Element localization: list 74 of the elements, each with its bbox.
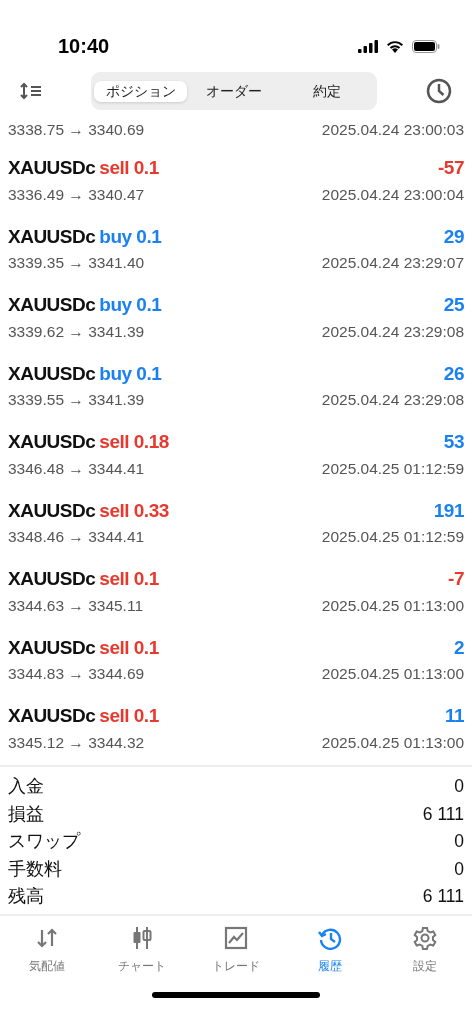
status-time: 10:40: [58, 34, 110, 59]
profit-value: -7: [448, 567, 464, 591]
deal-time: 2025.04.24 23:29:08: [321, 390, 464, 410]
trade-side: sell 0.1: [99, 156, 159, 180]
deal-time: 2025.04.24 23:00:03: [321, 120, 464, 141]
trade-side: sell 0.18: [99, 430, 169, 454]
symbol-label: XAUUSDc: [8, 498, 96, 523]
deal-time: 2025.04.25 01:12:59: [321, 527, 464, 547]
price-range: 3344.63 → 3345.11: [8, 595, 144, 616]
trade-side: buy 0.1: [99, 224, 162, 249]
deal-time: 2025.04.24 23:29:07: [321, 253, 464, 273]
profit-value: -57: [438, 156, 464, 180]
price-range: 3346.48 → 3344.41: [8, 458, 145, 479]
price-range: 3345.12 → 3344.32: [8, 732, 145, 753]
tab-bar-item[interactable]: 設定: [377, 926, 472, 992]
deal-time: 2025.04.25 01:13:00: [321, 664, 464, 684]
tab-bar-item[interactable]: 履歴: [283, 926, 378, 992]
price-range: 3339.35 → 3341.40: [8, 253, 145, 273]
symbol-label: XAUUSDc: [8, 635, 96, 660]
trade-side: sell 0.1: [99, 704, 159, 728]
summary-value: 0: [454, 775, 464, 799]
profit-value: 2: [453, 635, 464, 660]
deal-time: 2025.04.25 01:13:00: [321, 595, 464, 616]
trade-side: sell 0.33: [99, 498, 169, 523]
summary-value: 6 111: [422, 802, 464, 826]
history-button[interactable]: [426, 78, 452, 104]
symbol-label: XAUUSDc: [8, 704, 96, 728]
line-chart-icon[interactable]: [224, 926, 248, 950]
tab-bar-item[interactable]: 気配値: [0, 926, 95, 992]
price-range: 3336.49 → 3340.47: [8, 184, 145, 205]
deal-time: 2025.04.24 23:29:08: [321, 321, 464, 342]
summary-label: 手数料: [8, 857, 62, 881]
deal-time: 2025.04.25 01:12:59: [321, 458, 464, 479]
symbol-label: XAUUSDc: [8, 293, 96, 317]
signal-icon: [358, 39, 378, 53]
profit-value: 26: [443, 361, 464, 386]
symbol-label: XAUUSDc: [8, 361, 96, 386]
price-range: 3339.55 → 3341.39: [8, 390, 145, 410]
summary-label: 損益: [8, 802, 44, 826]
tab-bar-item[interactable]: チャート: [94, 926, 189, 992]
price-range: 3338.75 → 3340.69: [8, 120, 145, 141]
profit-value: 25: [443, 293, 464, 317]
wifi-icon: [386, 39, 404, 53]
price-range: 3339.62 → 3341.39: [8, 321, 145, 342]
settings-icon[interactable]: [412, 926, 437, 950]
summary-label: 残高: [8, 885, 44, 909]
profit-value: 191: [433, 498, 464, 523]
symbol-label: XAUUSDc: [8, 567, 96, 591]
price-range: 3344.83 → 3344.69: [8, 664, 145, 684]
symbol-label: XAUUSDc: [8, 156, 96, 180]
profit-value: 11: [444, 704, 464, 728]
history-icon[interactable]: [318, 926, 343, 950]
summary-label: スワップ: [8, 830, 80, 854]
summary-value: 0: [454, 830, 464, 854]
deal-time: 2025.04.24 23:00:04: [321, 184, 464, 205]
trade-side: buy 0.1: [99, 361, 162, 386]
segment-tab[interactable]: ポジション: [94, 80, 188, 102]
battery-icon: [412, 39, 440, 53]
summary-value: 6 111: [422, 885, 464, 909]
summary-value: 0: [454, 857, 464, 881]
symbol-label: XAUUSDc: [8, 224, 96, 249]
sort-button[interactable]: [20, 82, 42, 100]
profit-value: 29: [443, 224, 464, 249]
summary-label: 入金: [8, 775, 44, 799]
tab-bar-item[interactable]: トレード: [188, 926, 284, 992]
segment-tab[interactable]: オーダー: [187, 80, 281, 102]
segment-tab[interactable]: 約定: [280, 80, 374, 102]
trade-side: sell 0.1: [99, 567, 159, 591]
trade-side: buy 0.1: [99, 293, 162, 317]
profit-value: 53: [443, 430, 464, 454]
deal-time: 2025.04.25 01:13:00: [321, 732, 464, 753]
trade-side: sell 0.1: [99, 635, 159, 660]
symbol-label: XAUUSDc: [8, 430, 96, 454]
price-range: 3348.46 → 3344.41: [8, 527, 145, 547]
